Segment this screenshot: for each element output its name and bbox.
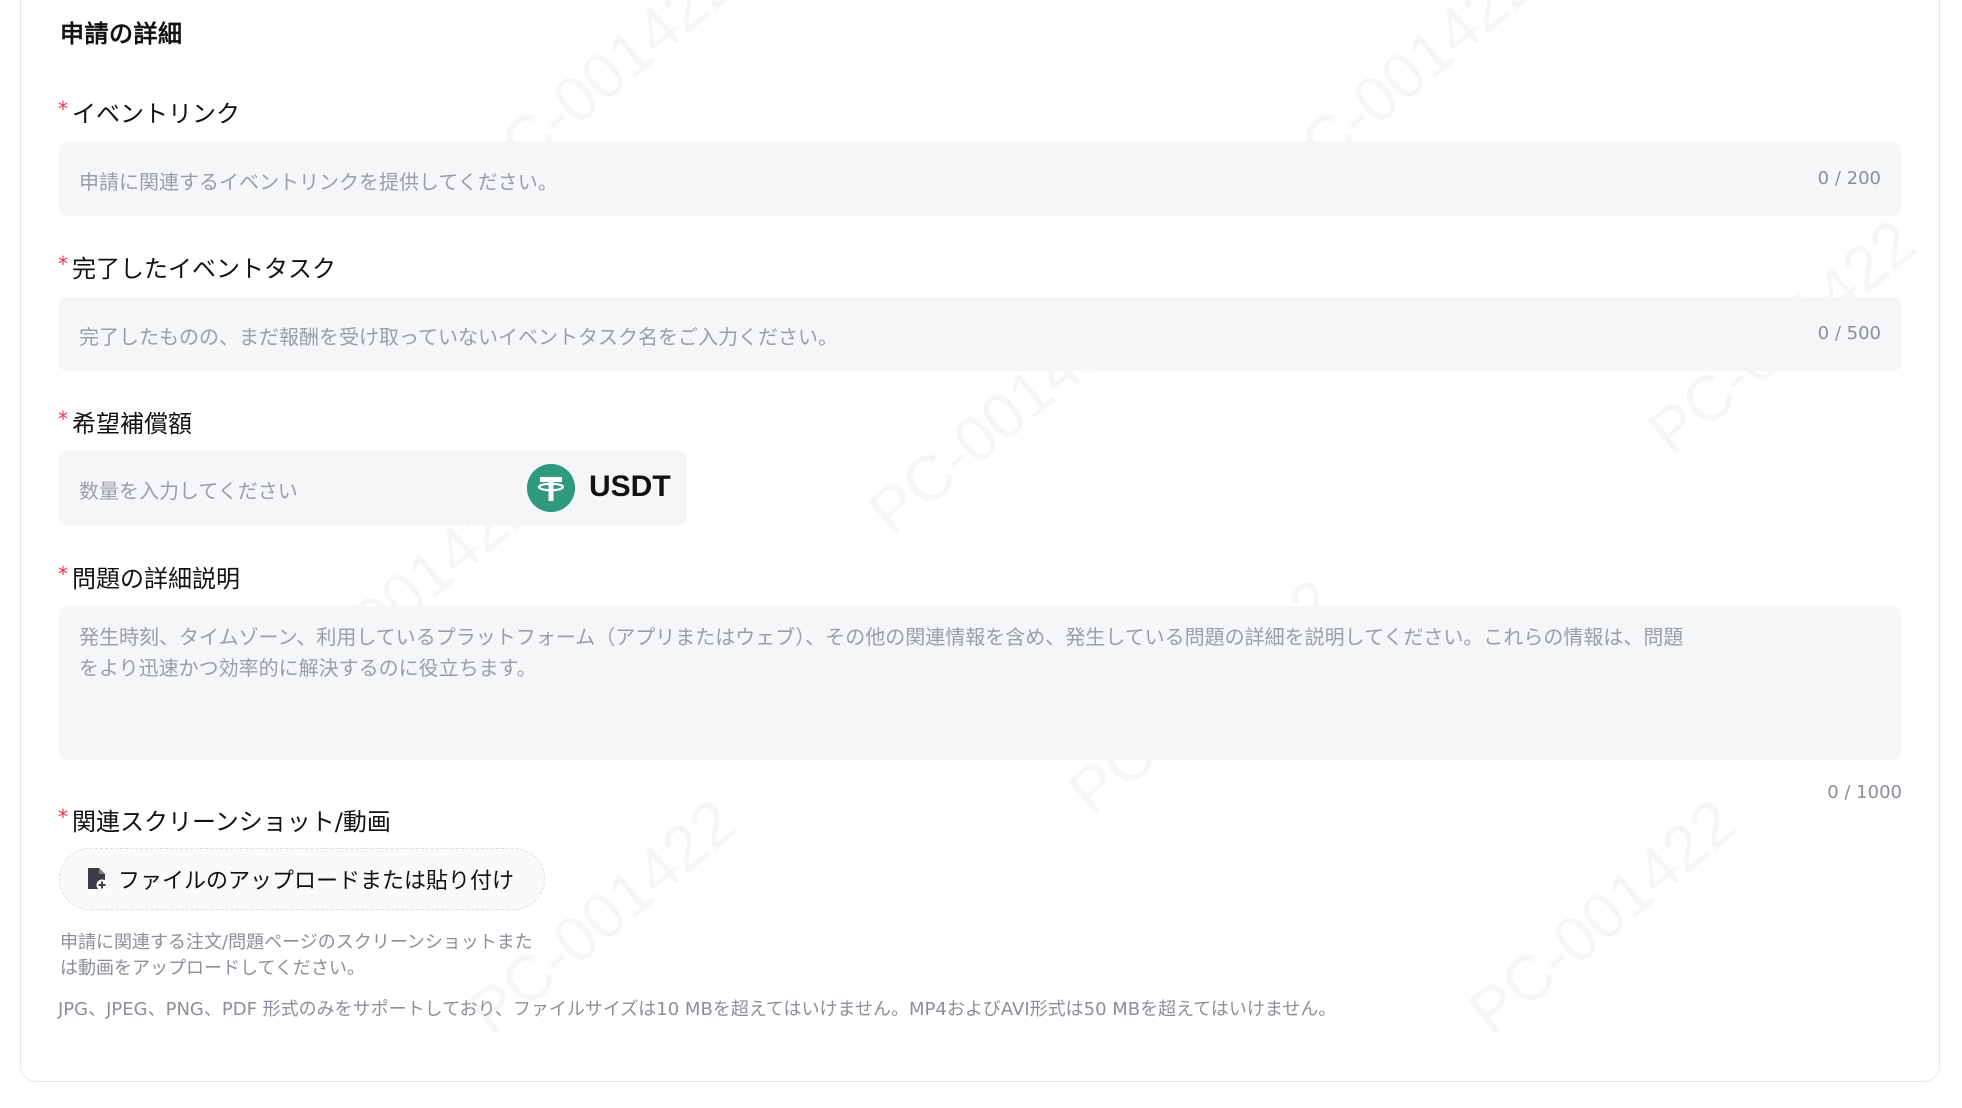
upload-button-label: ファイルのアップロードまたは貼り付け <box>118 869 515 894</box>
required-marker: * <box>58 407 68 431</box>
event-link-input[interactable]: 申請に関連するイベントリンクを提供してください。 0 / 200 <box>59 142 1901 216</box>
event-task-counter: 0 / 500 <box>1817 323 1881 344</box>
file-upload-icon <box>86 867 108 891</box>
event-link-counter: 0 / 200 <box>1817 168 1881 189</box>
description-textarea[interactable]: 発生時刻、タイムゾーン、利用しているプラットフォーム（アプリまたはウェブ）、その… <box>59 606 1901 760</box>
event-task-label: * 完了したイベントタスク <box>58 252 336 283</box>
required-marker: * <box>58 252 68 276</box>
required-marker: * <box>58 805 68 829</box>
tether-icon <box>527 464 575 512</box>
currency-label: USDT <box>589 470 671 503</box>
amount-label: * 希望補償額 <box>58 407 192 438</box>
format-note: JPG、JPEG、PNG、PDF 形式のみをサポートしており、ファイルサイズは1… <box>58 999 1337 1020</box>
attachments-label: * 関連スクリーンショット/動画 <box>58 805 391 836</box>
upload-file-button[interactable]: ファイルのアップロードまたは貼り付け <box>59 848 545 910</box>
amount-input[interactable]: 数量を入力してください USDT <box>59 451 687 525</box>
required-marker: * <box>58 97 68 121</box>
section-title: 申請の詳細 <box>60 20 183 48</box>
amount-placeholder: 数量を入力してください <box>79 479 298 503</box>
description-counter: 0 / 1000 <box>1827 782 1902 803</box>
event-link-label: * イベントリンク <box>58 97 240 128</box>
upload-hint: 申請に関連する注文/問題ページのスクリーンショットまた は動画をアップロードして… <box>60 932 533 979</box>
event-task-placeholder: 完了したものの、まだ報酬を受け取っていないイベントタスク名をご入力ください。 <box>79 325 838 349</box>
event-link-placeholder: 申請に関連するイベントリンクを提供してください。 <box>79 170 558 194</box>
description-placeholder: 発生時刻、タイムゾーン、利用しているプラットフォーム（アプリまたはウェブ）、その… <box>79 625 1684 680</box>
event-task-input[interactable]: 完了したものの、まだ報酬を受け取っていないイベントタスク名をご入力ください。 0… <box>59 297 1901 371</box>
description-label: * 問題の詳細説明 <box>58 562 240 593</box>
required-marker: * <box>58 562 68 586</box>
